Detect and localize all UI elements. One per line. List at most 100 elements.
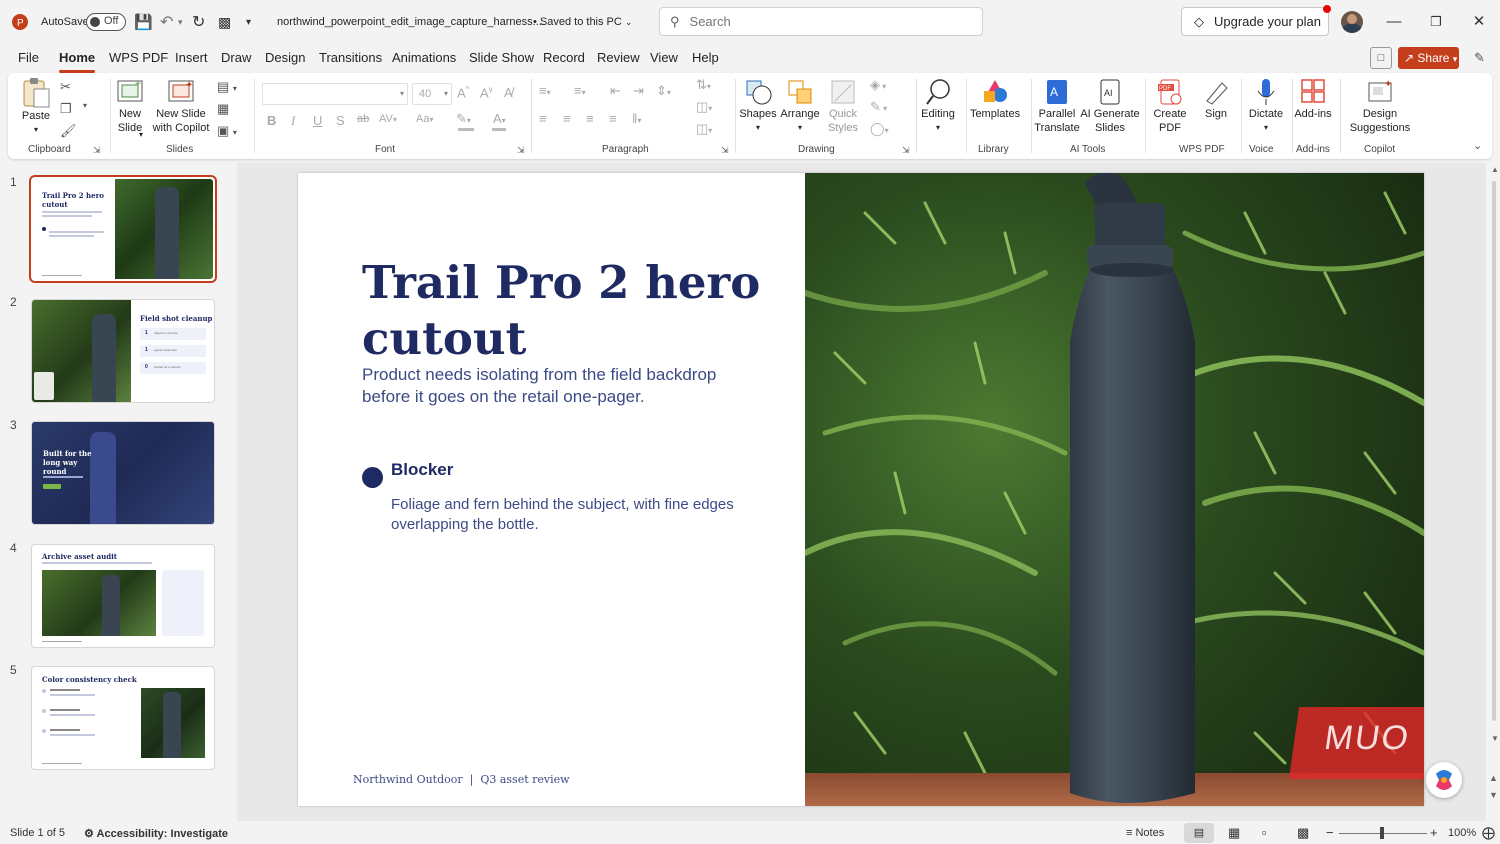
upgrade-plan-button[interactable]: ◇ Upgrade your plan bbox=[1181, 7, 1329, 36]
bullet-body[interactable]: Foliage and fern behind the subject, wit… bbox=[391, 495, 756, 535]
italic-icon[interactable]: I bbox=[291, 113, 295, 129]
slide-thumbnail-2[interactable]: Field shot cleanup 1 objects to remove 1e… bbox=[31, 299, 215, 403]
save-icon[interactable]: 💾 bbox=[134, 0, 153, 44]
slide-subtitle[interactable]: Product needs isolating from the field b… bbox=[362, 364, 752, 408]
notes-button[interactable]: ≡ Notes bbox=[1126, 827, 1164, 839]
add-ins-button[interactable]: Add-ins bbox=[1294, 77, 1332, 121]
sign-button[interactable]: Sign bbox=[1196, 77, 1236, 121]
smartart-icon[interactable]: ◫▾ bbox=[696, 121, 712, 137]
paste-button[interactable]: Paste ▾ bbox=[20, 77, 52, 137]
copy-dropdown-icon[interactable]: ▾ bbox=[83, 101, 87, 110]
pen-icon[interactable]: ✎ bbox=[1474, 50, 1485, 66]
bullets-icon[interactable]: ≡▾ bbox=[539, 83, 551, 98]
next-slide-icon[interactable]: ▼ bbox=[1489, 790, 1498, 800]
increase-indent-icon[interactable]: ⇥ bbox=[633, 83, 644, 99]
present-icon[interactable]: ▩ bbox=[218, 0, 231, 44]
restore-button[interactable]: ❐ bbox=[1414, 8, 1458, 36]
tab-home[interactable]: Home bbox=[59, 50, 96, 73]
slideshow-icon[interactable]: ▩ bbox=[1297, 825, 1309, 841]
previous-slide-icon[interactable]: ▲ bbox=[1489, 773, 1498, 783]
decrease-indent-icon[interactable]: ⇤ bbox=[610, 83, 621, 99]
align-right-icon[interactable]: ≡ bbox=[586, 111, 594, 126]
tab-file[interactable]: File bbox=[18, 50, 39, 65]
paragraph-launcher-icon[interactable]: ⇲ bbox=[721, 145, 729, 156]
layout-icon[interactable]: ▤ ▾ bbox=[217, 79, 237, 95]
strikethrough-icon[interactable]: ab bbox=[357, 113, 369, 125]
drawing-launcher-icon[interactable]: ⇲ bbox=[902, 145, 910, 156]
underline-icon[interactable]: U bbox=[313, 113, 322, 128]
character-spacing-icon[interactable]: AV▾ bbox=[379, 113, 397, 125]
slide-sorter-icon[interactable]: ▦ bbox=[1228, 825, 1240, 841]
dictate-button[interactable]: Dictate ▾ bbox=[1244, 77, 1288, 135]
change-case-icon[interactable]: Aa▾ bbox=[416, 113, 433, 125]
comments-icon[interactable]: □ bbox=[1370, 47, 1392, 69]
slide-thumbnail-4[interactable]: Archive asset audit bbox=[31, 544, 215, 648]
shape-fill-icon[interactable]: ◈ ▾ bbox=[870, 77, 886, 93]
tab-draw[interactable]: Draw bbox=[221, 50, 251, 65]
redo-icon[interactable]: ↻ bbox=[192, 0, 205, 44]
tab-animations[interactable]: Animations bbox=[392, 50, 456, 65]
align-left-icon[interactable]: ≡ bbox=[539, 111, 547, 126]
clear-formatting-icon[interactable]: A̸ bbox=[504, 85, 513, 100]
font-color-icon[interactable]: A▾ bbox=[493, 111, 506, 126]
text-direction-icon[interactable]: ⇅▾ bbox=[696, 77, 711, 93]
avatar[interactable] bbox=[1341, 11, 1363, 33]
tab-help[interactable]: Help bbox=[692, 50, 719, 65]
align-text-icon[interactable]: ◫▾ bbox=[696, 99, 712, 115]
bullet-heading[interactable]: Blocker bbox=[391, 460, 453, 480]
slide-footer[interactable]: Northwind Outdoor | Q3 asset review bbox=[353, 773, 570, 786]
parallel-translate-button[interactable]: A Parallel Translate bbox=[1034, 77, 1080, 135]
zoom-slider-thumb[interactable] bbox=[1380, 827, 1384, 839]
undo-dropdown-icon[interactable]: ▾ bbox=[178, 0, 183, 44]
shape-outline-icon[interactable]: ✎ ▾ bbox=[870, 99, 887, 115]
collapse-ribbon-icon[interactable]: ⌄ bbox=[1473, 139, 1482, 152]
slide-title[interactable]: Trail Pro 2 hero cutout bbox=[362, 255, 782, 367]
undo-icon[interactable]: ↶ bbox=[160, 0, 173, 44]
zoom-in-icon[interactable]: + bbox=[1430, 825, 1438, 840]
shapes-button[interactable]: Shapes ▾ bbox=[739, 77, 777, 135]
justify-icon[interactable]: ≡ bbox=[609, 111, 617, 126]
tab-review[interactable]: Review bbox=[597, 50, 640, 65]
shape-effects-icon[interactable]: ◯▾ bbox=[870, 121, 889, 137]
font-size-select[interactable]: 40 ▾ bbox=[412, 83, 452, 105]
new-slide-button[interactable]: + New Slide bbox=[114, 77, 146, 135]
slide-thumbnail-3[interactable]: Built for the long way round bbox=[31, 421, 215, 525]
decrease-font-icon[interactable]: Av bbox=[480, 85, 493, 100]
reading-view-icon[interactable]: ▫ bbox=[1262, 825, 1267, 840]
scrollbar-thumb[interactable] bbox=[1492, 181, 1496, 721]
design-suggestions-button[interactable]: ✦ Design Suggestions bbox=[1348, 77, 1412, 135]
format-painter-icon[interactable]: 🖌 bbox=[60, 123, 77, 139]
autosave-toggle[interactable]: Off bbox=[80, 0, 126, 44]
ai-generate-slides-button[interactable]: AI AI Generate Slides bbox=[1080, 77, 1140, 135]
arrange-button[interactable]: Arrange ▾ bbox=[780, 77, 820, 135]
tab-record[interactable]: Record bbox=[543, 50, 585, 65]
zoom-out-icon[interactable]: − bbox=[1326, 825, 1334, 840]
accessibility-status[interactable]: ⚙ Accessibility: Investigate bbox=[84, 827, 228, 840]
copilot-button[interactable] bbox=[1426, 762, 1462, 798]
share-button[interactable]: ↗ Share ▾ bbox=[1398, 47, 1459, 69]
fit-to-window-icon[interactable]: ⨁ bbox=[1482, 825, 1495, 841]
copy-icon[interactable]: ❐ bbox=[60, 101, 72, 117]
columns-icon[interactable]: ‖▾ bbox=[632, 111, 641, 126]
zoom-level[interactable]: 100% bbox=[1448, 827, 1476, 839]
tab-design[interactable]: Design bbox=[265, 50, 305, 65]
scroll-up-icon[interactable]: ▲ bbox=[1491, 165, 1499, 174]
create-pdf-button[interactable]: PDF Create PDF bbox=[1150, 77, 1190, 135]
shadow-icon[interactable]: S bbox=[336, 113, 345, 128]
new-slide-with-copilot-button[interactable]: ✦ New Slide with Copilot bbox=[152, 77, 210, 135]
slide-editor[interactable]: Trail Pro 2 hero cutout Product needs is… bbox=[298, 173, 1424, 806]
bold-icon[interactable]: B bbox=[267, 113, 276, 128]
minimize-button[interactable]: — bbox=[1372, 8, 1416, 36]
align-center-icon[interactable]: ≡ bbox=[563, 111, 571, 126]
vertical-scrollbar[interactable]: ▲ ▼ ▲ ▼ bbox=[1488, 163, 1500, 821]
templates-button[interactable]: Templates bbox=[970, 77, 1020, 121]
reset-icon[interactable]: ▦ bbox=[217, 101, 229, 117]
tab-insert[interactable]: Insert bbox=[175, 50, 208, 65]
customize-toolbar-icon[interactable]: ▾ bbox=[246, 0, 251, 44]
numbering-icon[interactable]: ≡▾ bbox=[574, 83, 586, 98]
search-input[interactable] bbox=[689, 14, 970, 29]
highlight-icon[interactable]: ✎▾ bbox=[456, 111, 471, 127]
scroll-down-icon[interactable]: ▼ bbox=[1491, 734, 1499, 743]
tab-slide-show[interactable]: Slide Show bbox=[469, 50, 534, 65]
tab-wps-pdf[interactable]: WPS PDF bbox=[109, 50, 168, 65]
